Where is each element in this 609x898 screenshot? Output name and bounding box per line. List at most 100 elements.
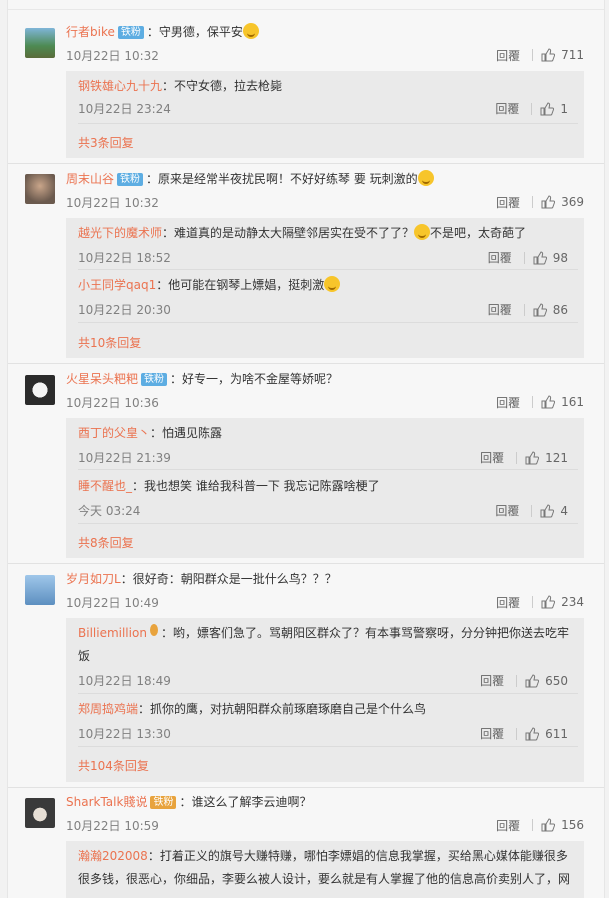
reply-button[interactable]: 回覆 (480, 449, 504, 466)
reply-button[interactable]: 回覆 (480, 725, 504, 742)
reply-text: ：他可能在钢琴上嫖娼，挺刺激 (156, 278, 325, 292)
divider (78, 123, 578, 124)
fan-badge: 铁粉 (117, 26, 144, 39)
like-count: 156 (561, 818, 584, 832)
like-count: 1 (560, 101, 568, 116)
avatar[interactable] (25, 174, 55, 204)
reply-text: ：难道真的是动静太大隔壁邻居实在受不了了？ (162, 226, 415, 240)
more-replies-link[interactable]: 共3条回复 (78, 134, 134, 151)
username[interactable]: SharkTalk賤说 (66, 795, 147, 809)
username[interactable]: 火星呆头粑粑 (66, 372, 138, 386)
reply-button[interactable]: 回覆 (496, 817, 520, 834)
like-count: 86 (552, 302, 568, 317)
thumbs-up-icon[interactable] (533, 250, 547, 265)
reply-username[interactable]: 睡不醒也_ (78, 479, 132, 493)
reply-username[interactable]: 瀚瀚202008 (78, 849, 148, 863)
reply-timestamp: 10月22日 20:30 (78, 303, 171, 317)
thumbs-up-icon[interactable] (540, 101, 555, 116)
reply-actions: 回覆 611 (480, 725, 568, 742)
thumbs-up-icon[interactable] (540, 503, 555, 518)
thumbs-up-icon[interactable] (541, 395, 556, 409)
divider (78, 269, 578, 270)
reply-item: 酉丁的父皇丶：怕遇见陈露 10月22日 21:39 回覆 121 (78, 422, 578, 465)
reply-button[interactable]: 回覆 (495, 100, 519, 117)
thumbs-up-icon[interactable] (541, 818, 556, 832)
thumbs-up-icon[interactable] (541, 48, 556, 62)
reply-actions: 回覆 86 (488, 301, 568, 318)
reply-actions: 回覆 98 (488, 249, 568, 266)
reply-button[interactable]: 回覆 (496, 594, 520, 611)
comment-actions: 回覆 161 (496, 393, 584, 411)
more-replies-link[interactable]: 共104条回复 (78, 757, 149, 774)
reply-timestamp: 10月22日 18:52 (78, 251, 171, 265)
thumbs-up-icon[interactable] (525, 673, 540, 688)
reply-username[interactable]: 酉丁的父皇丶 (78, 426, 150, 440)
thumbs-up-icon[interactable] (541, 595, 556, 609)
reply-button[interactable]: 回覆 (488, 301, 512, 318)
reply-list: 越光下的魔术师：难道真的是动静太大隔壁邻居实在受不了了？ 不是吧，太奇葩了 10月… (66, 218, 584, 358)
reply-username[interactable]: 小王同学qaq1 (78, 278, 156, 292)
reply-actions: 回覆 121 (480, 449, 568, 466)
timestamp: 10月22日 10:49 (66, 596, 159, 610)
comment-feed: 行者bike 铁粉 ：守男德，保平安 10月22日 10:32 回覆 711 钢铁雄… (0, 0, 609, 898)
reply-actions: 回覆 1 (495, 100, 568, 117)
comment-text: ：原来是经常半夜扰民啊！不好好练琴 要 玩刺激的 (146, 172, 418, 186)
reply-text: ：抓你的鹰，对抗朝阳群众前琢磨琢磨自己是个什么鸟 (138, 702, 427, 716)
avatar[interactable] (25, 28, 55, 58)
avatar[interactable] (25, 798, 55, 828)
reply-button[interactable]: 回覆 (480, 672, 504, 689)
divider (8, 363, 604, 364)
reply-username[interactable]: Billiemillion (78, 626, 147, 640)
comment-text: ：好专一，为啥不金屋等娇呢？ (170, 372, 339, 386)
medal-icon (149, 624, 158, 636)
thumbs-up-icon[interactable] (541, 195, 556, 209)
reply-username[interactable]: 郑周捣鸡端 (78, 702, 138, 716)
like-count: 711 (561, 48, 584, 62)
fan-badge: 铁粉 (141, 373, 168, 386)
divider (78, 523, 578, 524)
username[interactable]: 周末山谷 (66, 172, 114, 186)
reply-button[interactable]: 回覆 (496, 394, 520, 411)
reply-actions: 回覆 650 (480, 672, 568, 689)
divider (78, 322, 578, 323)
reply-timestamp: 今天 03:24 (78, 504, 141, 518)
timestamp: 10月22日 10:59 (66, 819, 159, 833)
username[interactable]: 岁月如刀L (66, 572, 121, 586)
reply-item: 睡不醒也_：我也想笑 谁给我科普一下 我忘记陈露啥梗了 今天 03:24 回覆 … (78, 475, 578, 518)
avatar[interactable] (25, 575, 55, 605)
reply-item: 越光下的魔术师：难道真的是动静太大隔壁邻居实在受不了了？ 不是吧，太奇葩了 10月… (78, 222, 578, 265)
thumbs-up-icon[interactable] (533, 302, 547, 317)
reply-text: 不是吧，太奇葩了 (430, 226, 527, 240)
laugh-emoji-icon (242, 23, 259, 39)
timestamp: 10月22日 10:36 (66, 396, 159, 410)
reply-button[interactable]: 回覆 (496, 47, 520, 64)
thumbs-up-icon[interactable] (525, 450, 540, 465)
reply-username[interactable]: 钢铁雄心九十九 (78, 79, 162, 93)
divider (8, 787, 604, 788)
avatar[interactable] (25, 375, 55, 405)
comment-text: ：守男德，保平安 (146, 25, 243, 39)
more-replies-link[interactable]: 共8条回复 (78, 534, 134, 551)
timestamp: 10月22日 10:32 (66, 49, 159, 63)
divider (8, 163, 604, 164)
comment-actions: 回覆 369 (496, 193, 584, 211)
reply-button[interactable]: 回覆 (496, 194, 520, 211)
doge-emoji-icon (414, 224, 431, 240)
fan-badge: 铁粉 (150, 796, 177, 809)
reply-list: Billiemillion ：哟，嫖客们急了。骂朝阳区群众了？有本事骂警察呀，分分… (66, 618, 584, 782)
username[interactable]: 行者bike (66, 25, 115, 39)
reply-button[interactable]: 回覆 (495, 502, 519, 519)
doge-emoji-icon (324, 276, 341, 292)
reply-text: ：我也想笑 谁给我科普一下 我忘记陈露啥梗了 (132, 479, 380, 493)
laugh-emoji-icon (417, 170, 434, 186)
reply-timestamp: 10月22日 13:30 (78, 727, 171, 741)
reply-item: 郑周捣鸡端：抓你的鹰，对抗朝阳群众前琢磨琢磨自己是个什么鸟 10月22日 13:… (78, 698, 578, 741)
reply-item: 瀚瀚202008：打着正义的旗号大赚特赚，哪怕李嫖娼的信息我掌握，买给黑心媒体能… (78, 845, 578, 891)
reply-button[interactable]: 回覆 (488, 249, 512, 266)
comment-text: ：很好奇：朝阳群众是一批什么鸟？？？ (120, 572, 337, 586)
thumbs-up-icon[interactable] (525, 726, 540, 741)
reply-text: ：不守女德，拉去枪毙 (162, 79, 283, 93)
reply-username[interactable]: 越光下的魔术师 (78, 226, 162, 240)
like-count: 4 (560, 503, 568, 518)
more-replies-link[interactable]: 共10条回复 (78, 334, 141, 351)
